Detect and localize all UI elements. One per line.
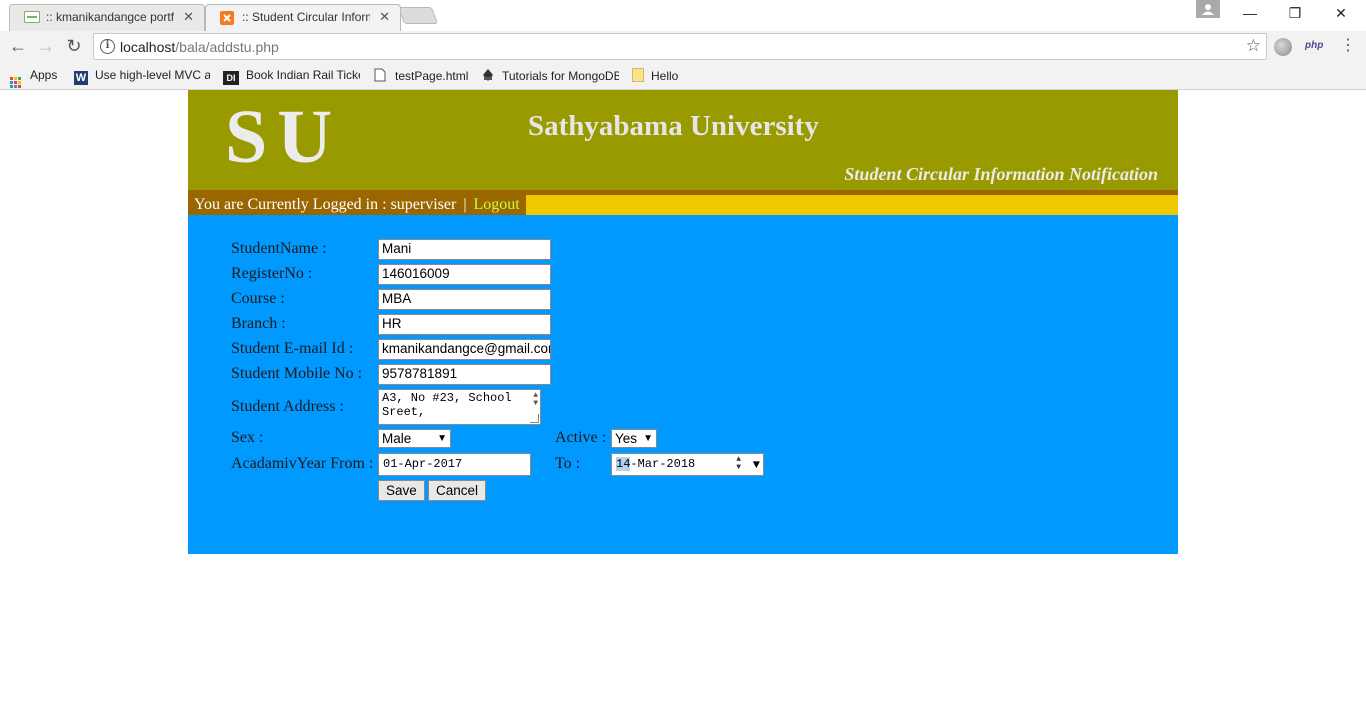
branch-input[interactable]: HR — [378, 314, 551, 335]
year-to-date-input[interactable]: 14-Mar-2018 ▲ ▼ ▼ — [611, 453, 764, 476]
bookmark-mvc[interactable]: W Use high-level MVC and — [74, 68, 210, 85]
site-title: Sathyabama University — [528, 110, 819, 142]
student-name-label: StudentName : — [231, 240, 327, 257]
student-form: StudentName : Mani RegisterNo : 14601600… — [188, 215, 1178, 554]
year-to-label: To : — [555, 455, 581, 472]
bookmark-star-icon[interactable]: ☆ — [1246, 36, 1261, 56]
university-logo: SU — [225, 95, 343, 179]
bookmark-apps[interactable]: Apps — [10, 68, 57, 88]
profile-button[interactable] — [1196, 0, 1220, 18]
forward-arrow-icon[interactable]: → — [35, 36, 57, 58]
info-icon[interactable]: i — [100, 39, 115, 54]
resize-grip-icon[interactable] — [530, 414, 539, 423]
browser-tab-student-circular[interactable]: :: Student Circular Information ✕ — [205, 4, 401, 31]
logout-link[interactable]: Logout — [474, 196, 520, 213]
browser-tab-portfolio[interactable]: :: kmanikandangce portfolio ✕ — [9, 4, 205, 31]
bookmark-hello[interactable]: Hello — [632, 68, 678, 83]
dropdown-arrow-icon: ▼ — [643, 433, 653, 444]
bookmark-label: Use high-level MVC and — [95, 68, 210, 82]
tab-title: :: kmanikandangce portfolio — [46, 10, 174, 24]
bookmarks-bar: Apps W Use high-level MVC and DI Book Indi… — [0, 62, 1366, 90]
calendar-dropdown-icon[interactable]: ▼ — [753, 455, 760, 476]
course-label: Course : — [231, 290, 285, 307]
separator: | — [463, 196, 467, 213]
email-input[interactable]: kmanikandangce@gmail.com — [378, 339, 551, 360]
page-icon — [374, 68, 388, 82]
bookmark-label: testPage.html — [395, 69, 469, 83]
bookmark-mongodb[interactable]: Tutorials for MongoDB — [481, 68, 619, 83]
mobile-label: Student Mobile No : — [231, 365, 363, 382]
address-text: A3, No #23, School Sreet, — [382, 391, 512, 419]
student-name-input[interactable]: Mani — [378, 239, 551, 260]
close-tab-icon[interactable]: ✕ — [379, 9, 390, 25]
register-no-label: RegisterNo : — [231, 265, 313, 282]
w-logo-icon: W — [74, 71, 88, 85]
cancel-button[interactable]: Cancel — [428, 480, 487, 501]
register-no-input[interactable]: 146016009 — [378, 264, 551, 285]
page-favicon-icon — [24, 11, 40, 23]
tab-title: :: Student Circular Information — [242, 10, 370, 24]
site-header: SU Sathyabama University Student Circula… — [188, 90, 1178, 190]
year-from-label: AcadamivYear From : — [231, 455, 374, 472]
year-from-value: 01-Apr-2017 — [383, 457, 463, 471]
save-button[interactable]: Save — [378, 480, 425, 501]
bookmark-label: Tutorials for MongoDB — [502, 69, 619, 83]
apps-grid-icon — [10, 77, 21, 88]
branch-label: Branch : — [231, 315, 286, 332]
browser-toolbar: ← → ↻ i localhost/bala/addstu.php ☆ php … — [0, 31, 1366, 62]
mobile-input[interactable]: 9578781891 — [378, 364, 551, 385]
active-selected-value: Yes — [615, 431, 638, 446]
spinner-arrows-icon[interactable]: ▲ ▼ — [736, 456, 741, 472]
php-extension-icon[interactable]: php — [1305, 40, 1323, 51]
bookmark-label: Book Indian Rail Tickets — [246, 68, 360, 82]
bookmark-testpage[interactable]: testPage.html — [374, 68, 468, 83]
browser-tab-strip: :: kmanikandangce portfolio ✕ :: Student… — [0, 0, 1366, 31]
reload-icon[interactable]: ↻ — [63, 36, 85, 58]
minimize-icon[interactable]: — — [1238, 3, 1262, 23]
site-tagline: Student Circular Information Notificatio… — [844, 164, 1158, 184]
mongodb-icon — [481, 68, 495, 82]
close-tab-icon[interactable]: ✕ — [183, 9, 194, 25]
year-to-day-segment[interactable]: 14 — [616, 457, 631, 471]
year-from-date-input[interactable]: 01-Apr-2017 — [378, 453, 531, 476]
di-logo-icon: DI — [223, 71, 239, 85]
active-select[interactable]: Yes ▼ — [611, 429, 657, 448]
course-input[interactable]: MBA — [378, 289, 551, 310]
year-to-rest: -Mar-2018 — [630, 457, 696, 471]
new-tab-button[interactable] — [397, 7, 439, 24]
address-bar[interactable]: i localhost/bala/addstu.php ☆ — [93, 33, 1267, 60]
xampp-favicon-icon — [220, 11, 236, 25]
logged-in-text: You are Currently Logged in : superviser — [194, 196, 457, 213]
page: SU Sathyabama University Student Circula… — [188, 90, 1178, 554]
dropdown-arrow-icon: ▼ — [437, 433, 447, 444]
sex-selected-value: Male — [382, 431, 412, 446]
back-arrow-icon[interactable]: ← — [7, 36, 29, 58]
close-window-icon[interactable]: ✕ — [1329, 3, 1353, 23]
menu-kebab-icon[interactable]: ⋮ — [1340, 36, 1356, 56]
address-textarea[interactable]: A3, No #23, School Sreet, ▲ ▼ — [378, 389, 541, 425]
scroll-arrows-icon[interactable]: ▲ ▼ — [533, 392, 538, 408]
bookmark-label: Hello — [651, 69, 679, 83]
active-label: Active : — [555, 429, 607, 446]
bookmark-label: Apps — [30, 68, 58, 82]
extension-globe-icon[interactable] — [1274, 38, 1292, 56]
address-label: Student Address : — [231, 398, 344, 415]
login-status-bar: You are Currently Logged in : superviser… — [188, 195, 1178, 215]
bookmark-rail[interactable]: DI Book Indian Rail Tickets — [223, 68, 360, 85]
restore-icon[interactable]: ❐ — [1283, 3, 1307, 23]
email-label: Student E-mail Id : — [231, 340, 354, 357]
person-icon — [1202, 4, 1214, 15]
sex-label: Sex : — [231, 429, 264, 446]
folder-icon — [632, 68, 644, 82]
url-path: /bala/addstu.php — [175, 39, 279, 55]
url-host: localhost — [120, 39, 176, 55]
sex-select[interactable]: Male ▼ — [378, 429, 451, 448]
